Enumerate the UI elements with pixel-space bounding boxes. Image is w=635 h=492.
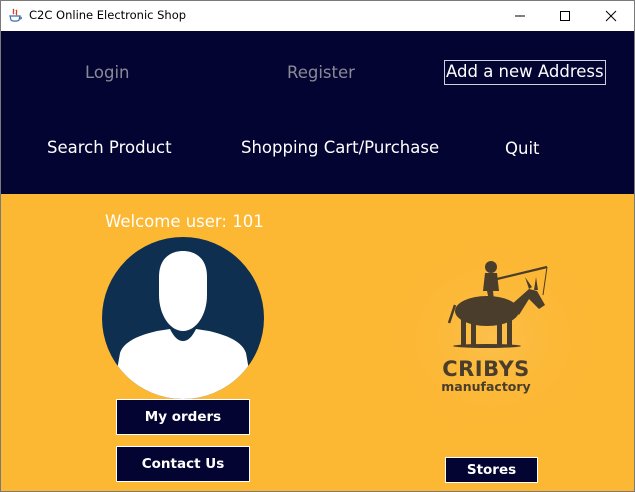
app-window: C2C Online Electronic Shop Login Registe… [0, 0, 635, 492]
register-menu-item[interactable]: Register [287, 63, 355, 83]
title-bar: C2C Online Electronic Shop [1, 1, 634, 30]
close-button[interactable] [588, 1, 634, 30]
logo-subtitle: manufactory [441, 379, 531, 394]
contact-us-button[interactable]: Contact Us [116, 446, 250, 482]
my-orders-button[interactable]: My orders [116, 399, 250, 435]
quit-menu-item[interactable]: Quit [505, 139, 540, 159]
top-navigation [1, 31, 634, 194]
search-product-menu-item[interactable]: Search Product [47, 138, 172, 158]
login-menu-item[interactable]: Login [85, 63, 130, 83]
cribys-logo-image [381, 238, 605, 438]
minimize-button[interactable] [497, 1, 543, 30]
welcome-message: Welcome user: 101 [105, 212, 264, 231]
maximize-icon [560, 10, 570, 21]
shopping-cart-menu-item[interactable]: Shopping Cart/Purchase [241, 138, 439, 158]
user-avatar-icon [102, 237, 264, 399]
java-app-icon [9, 8, 22, 22]
logo-brand-name: CRIBYS [442, 357, 530, 381]
minimize-icon [515, 15, 525, 16]
stores-button[interactable]: Stores [445, 457, 538, 483]
add-address-menu-item[interactable]: Add a new Address [444, 60, 606, 85]
window-title: C2C Online Electronic Shop [29, 8, 187, 22]
maximize-button[interactable] [542, 1, 588, 30]
close-icon [605, 10, 617, 21]
